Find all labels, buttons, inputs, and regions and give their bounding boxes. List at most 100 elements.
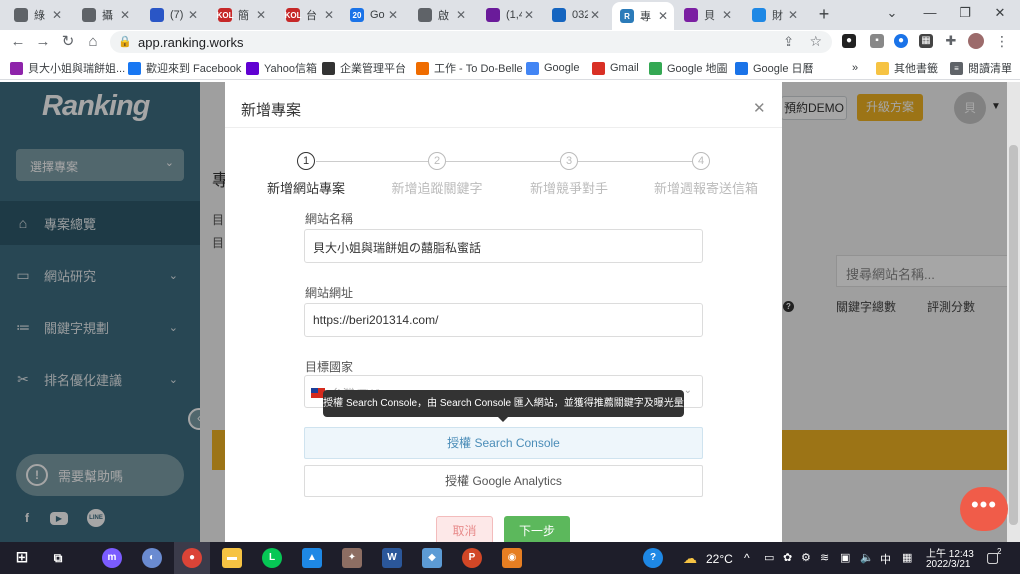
- scrollbar-thumb[interactable]: [1009, 145, 1018, 525]
- close-tab-icon[interactable]: ✕: [720, 8, 734, 22]
- chat-widget-button[interactable]: •••: [960, 487, 1008, 531]
- help-tray-icon[interactable]: ?: [643, 548, 663, 568]
- globe-icon: [418, 8, 432, 22]
- tab-title: (7): [170, 9, 184, 21]
- site-name-input[interactable]: 貝大小姐與瑞餅姐の囍脂私蜜話: [304, 229, 703, 263]
- tab-title: 啟: [438, 10, 449, 22]
- close-tab-icon[interactable]: ✕: [454, 8, 468, 22]
- home-button[interactable]: ⌂: [83, 32, 103, 52]
- extension-icon[interactable]: ●: [842, 34, 856, 48]
- close-tab-icon[interactable]: ✕: [588, 8, 602, 22]
- tray-icon[interactable]: ▣: [840, 551, 850, 564]
- bookmark-other[interactable]: 其他書籤: [876, 60, 938, 76]
- authorize-google-analytics-button[interactable]: 授權 Google Analytics: [304, 465, 703, 497]
- share-icon[interactable]: ⇪: [783, 34, 794, 50]
- kol-icon: KOL: [217, 8, 233, 22]
- tray-icon[interactable]: ▭: [764, 551, 774, 564]
- close-icon[interactable]: ✕: [753, 99, 766, 117]
- clock-time[interactable]: 上午 12:43: [926, 545, 974, 560]
- weather-temp[interactable]: 22°C: [706, 552, 733, 566]
- tab-6[interactable]: 20 Go ✕: [342, 3, 404, 27]
- bookmark-item[interactable]: 貝大小姐與瑞餅姐...: [10, 60, 125, 76]
- tab-4[interactable]: KOL 簡 ✕: [210, 3, 272, 27]
- close-tab-icon[interactable]: ✕: [522, 8, 536, 22]
- close-tab-icon[interactable]: ✕: [322, 8, 336, 22]
- close-tab-icon[interactable]: ✕: [786, 8, 800, 22]
- tab-11[interactable]: 貝 ✕: [676, 3, 738, 27]
- admin-icon: [322, 61, 335, 75]
- tab-title: (1,4: [506, 9, 522, 21]
- app-icon[interactable]: ◉: [502, 548, 522, 568]
- messenger-icon[interactable]: m: [102, 548, 122, 568]
- close-tab-icon[interactable]: ✕: [186, 8, 200, 22]
- app-icon[interactable]: ◐: [142, 548, 162, 568]
- close-tab-icon[interactable]: ✕: [254, 8, 268, 22]
- close-tab-icon[interactable]: ✕: [118, 8, 132, 22]
- extension-icon[interactable]: ▪: [870, 34, 884, 48]
- mail-icon: [486, 8, 500, 22]
- bookmark-item[interactable]: 企業管理平台: [322, 60, 406, 76]
- tab-8[interactable]: (1,4 ✕: [478, 3, 540, 27]
- minimize-button[interactable]: —: [920, 5, 940, 23]
- puzzle-icon[interactable]: ✚: [944, 34, 958, 48]
- bookmark-item[interactable]: Gmail: [592, 60, 639, 76]
- bookmark-star-icon[interactable]: ☆: [809, 33, 822, 50]
- reading-list[interactable]: ≡ 閱讀清單: [950, 60, 1012, 76]
- close-tab-icon[interactable]: ✕: [50, 8, 64, 22]
- next-step-button[interactable]: 下一步: [504, 516, 570, 542]
- menu-kebab-icon[interactable]: ⋮: [995, 34, 1009, 48]
- clock-date[interactable]: 2022/3/21: [926, 559, 971, 570]
- tab-1[interactable]: 綠 ✕: [6, 3, 68, 27]
- tab-10[interactable]: R 專 ✕: [612, 2, 674, 30]
- windows-start-icon[interactable]: ⊞: [12, 548, 32, 568]
- profile-avatar-icon[interactable]: [968, 33, 984, 49]
- bookmark-label: 工作 - To Do-Belle: [434, 63, 523, 75]
- word-icon[interactable]: W: [382, 548, 402, 568]
- ime-icon[interactable]: 中: [880, 551, 891, 567]
- tab-3[interactable]: (7) ✕: [142, 3, 204, 27]
- wifi-icon[interactable]: ≋: [820, 551, 829, 564]
- bookmark-item[interactable]: Google 地圖: [649, 60, 728, 76]
- tab-12[interactable]: 財 ✕: [744, 3, 804, 27]
- powerpoint-icon[interactable]: P: [462, 548, 482, 568]
- bookmarks-overflow-icon[interactable]: »: [852, 60, 858, 76]
- site-url-input[interactable]: https://beri201314.com/: [304, 303, 703, 337]
- forward-button[interactable]: →: [33, 32, 53, 52]
- bookmark-item[interactable]: 工作 - To Do-Belle: [416, 60, 523, 76]
- close-tab-icon[interactable]: ✕: [386, 8, 400, 22]
- reload-button[interactable]: ↻: [58, 32, 78, 52]
- weather-icon[interactable]: ☁: [680, 548, 700, 568]
- bookmark-item[interactable]: Yahoo信箱: [246, 60, 317, 76]
- task-view-icon[interactable]: ⧉: [48, 548, 68, 568]
- tab-9[interactable]: 032 ✕: [544, 3, 606, 27]
- restore-button[interactable]: ❐: [955, 5, 975, 23]
- tab-search-chevron-icon[interactable]: ⌄: [882, 5, 902, 23]
- bookmark-item[interactable]: Google: [526, 60, 579, 76]
- back-button[interactable]: ←: [8, 32, 28, 52]
- chrome-icon[interactable]: ●: [182, 548, 202, 568]
- bookmark-item[interactable]: 歡迎來到 Facebook: [128, 60, 241, 76]
- line-app-icon[interactable]: L: [262, 548, 282, 568]
- address-bar[interactable]: 🔒 app.ranking.works ⇪ ☆: [110, 31, 832, 53]
- keyboard-icon[interactable]: ▦: [902, 551, 912, 564]
- tray-chevron-icon[interactable]: ^: [744, 551, 750, 565]
- bookmark-item[interactable]: Google 日曆: [735, 60, 814, 76]
- extension-icon[interactable]: ▦: [919, 34, 933, 48]
- extension-icon[interactable]: ●: [894, 34, 908, 48]
- app-icon[interactable]: ✦: [342, 548, 362, 568]
- new-tab-button[interactable]: +: [815, 5, 833, 25]
- close-tab-icon[interactable]: ✕: [656, 9, 670, 23]
- close-window-button[interactable]: ✕: [990, 5, 1010, 23]
- photos-icon[interactable]: ▲: [302, 548, 322, 568]
- app-icon[interactable]: ◆: [422, 548, 442, 568]
- cancel-button[interactable]: 取消: [436, 516, 493, 542]
- authorize-search-console-button[interactable]: 授權 Search Console: [304, 427, 703, 459]
- tab-5[interactable]: KOL 台 ✕: [278, 3, 340, 27]
- tab-2[interactable]: 攝 ✕: [74, 3, 136, 27]
- file-explorer-icon[interactable]: ▬: [222, 548, 242, 568]
- tab-7[interactable]: 啟 ✕: [410, 3, 472, 27]
- tray-icon[interactable]: ⚙: [801, 551, 811, 564]
- globe-icon: [82, 8, 96, 22]
- tray-icon[interactable]: ✿: [783, 551, 792, 564]
- volume-icon[interactable]: 🔈: [860, 551, 874, 564]
